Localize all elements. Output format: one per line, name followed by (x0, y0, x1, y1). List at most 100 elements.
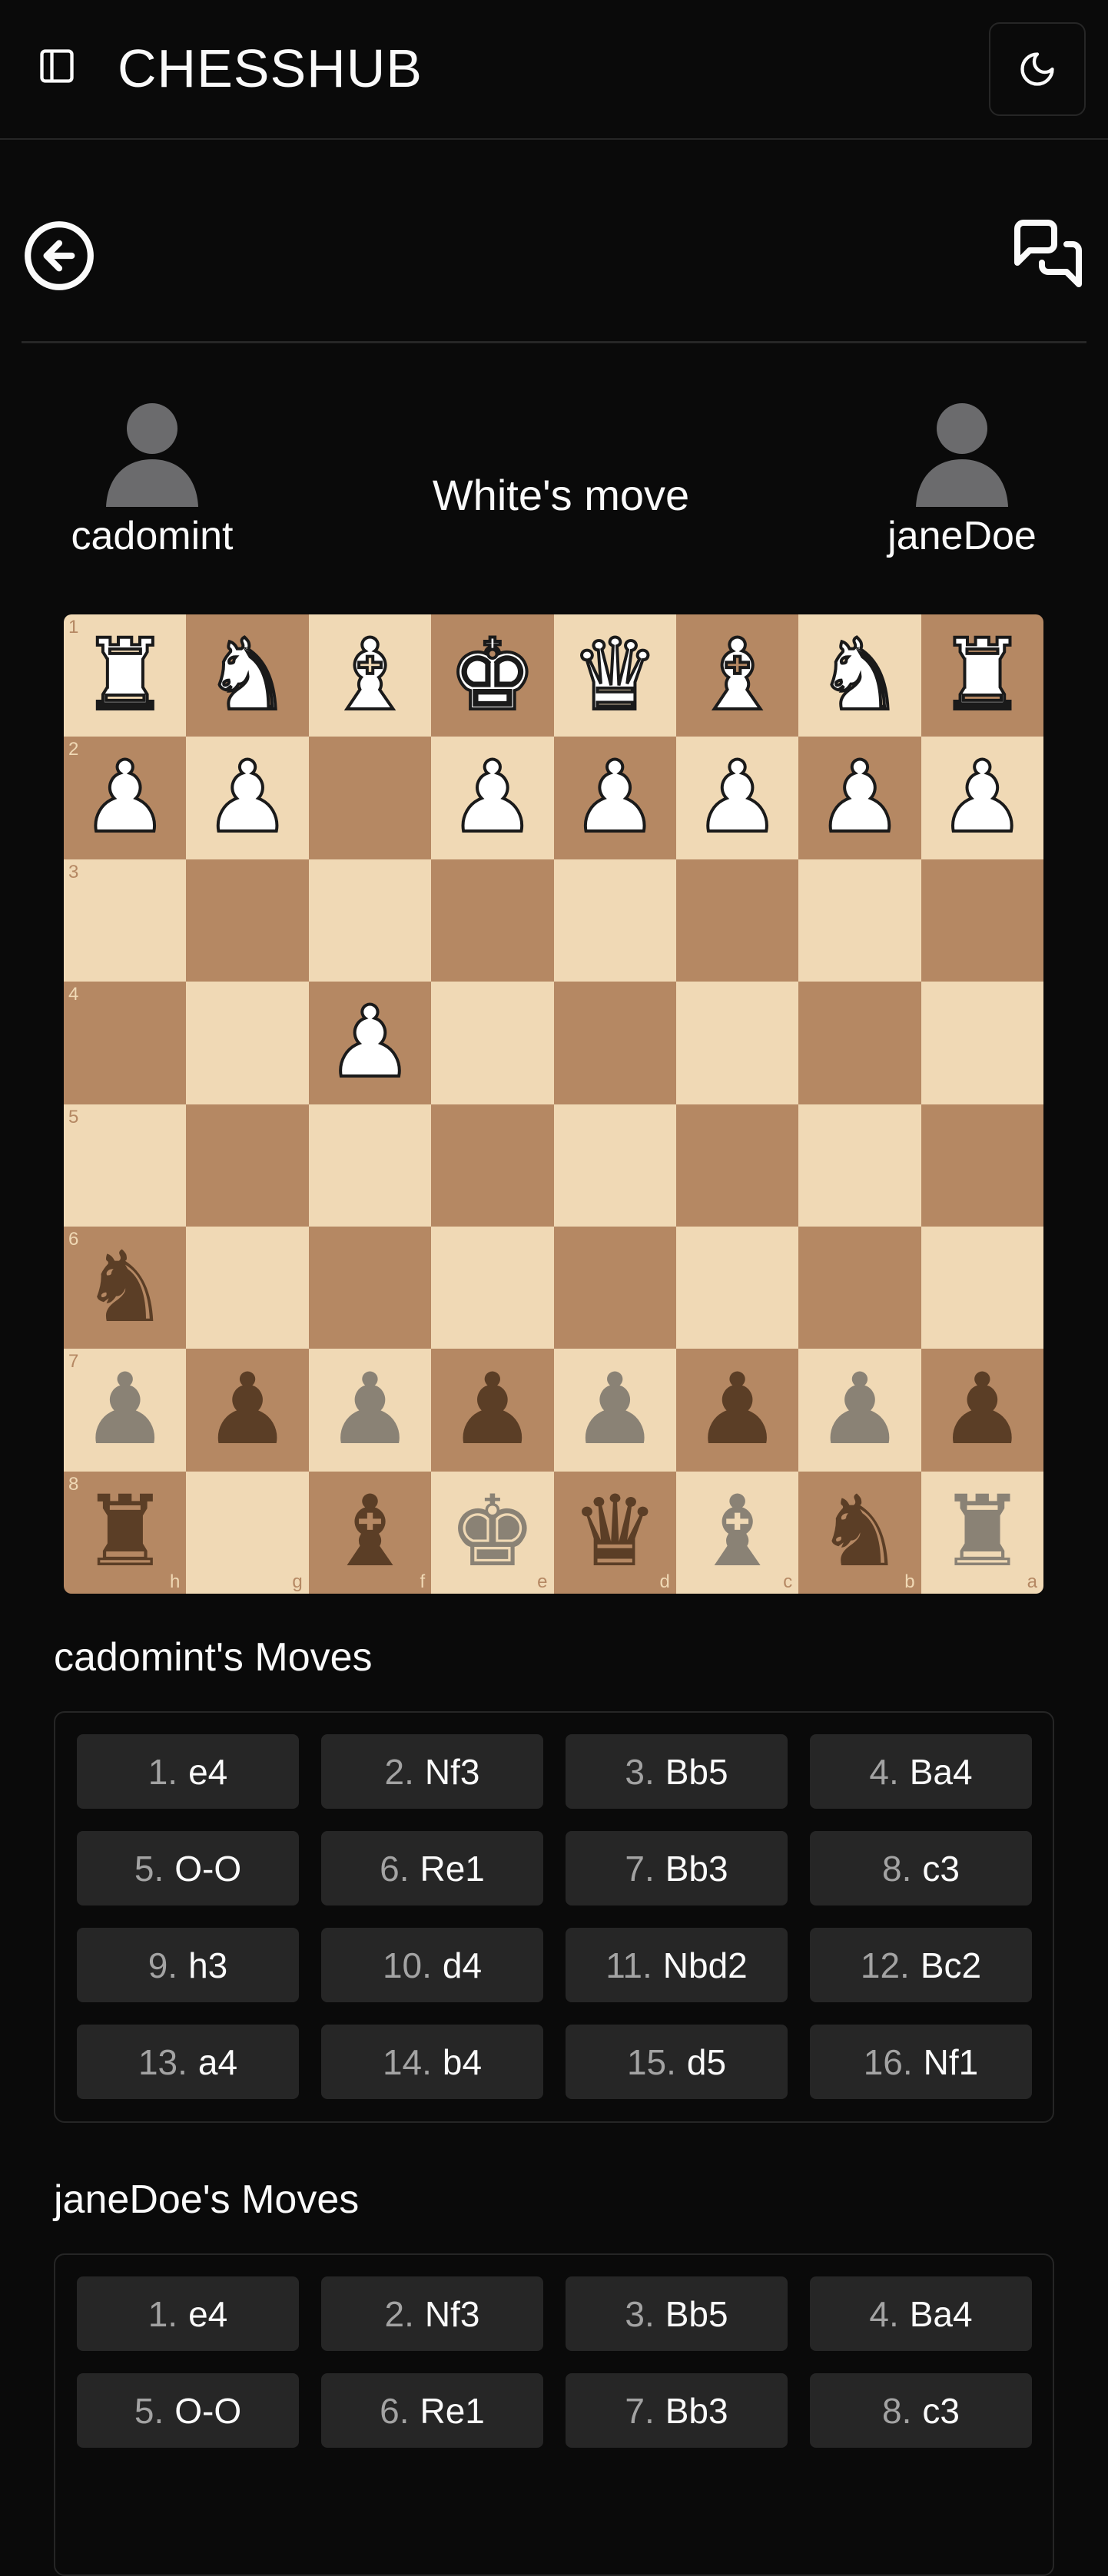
board-square[interactable] (553, 982, 676, 1104)
board-square[interactable]: ♟ (798, 737, 921, 859)
board-square[interactable]: ♟ (308, 982, 432, 1104)
white-pawn-icon[interactable]: ♟ (692, 747, 783, 849)
white-pawn-icon[interactable]: ♟ (814, 747, 906, 849)
board-square[interactable] (798, 1226, 921, 1349)
move-chip[interactable]: 1. e4 (77, 1734, 299, 1809)
move-chip[interactable]: 13. a4 (77, 2025, 299, 2099)
board-square[interactable] (675, 1226, 799, 1349)
board-square[interactable] (798, 859, 921, 982)
black-king-icon[interactable]: ♚ (448, 1483, 536, 1581)
white-knight-icon[interactable]: ♞ (202, 624, 294, 726)
move-chip[interactable]: 2. Nf3 (321, 2276, 543, 2351)
board-square[interactable] (553, 1226, 676, 1349)
board-square[interactable] (921, 1104, 1043, 1227)
board-square[interactable]: 5 (64, 1104, 187, 1227)
move-chip[interactable]: 8. c3 (810, 2373, 1032, 2448)
black-queen-icon[interactable]: ♛ (571, 1483, 659, 1581)
move-chip[interactable]: 3. Bb5 (566, 2276, 788, 2351)
move-chip[interactable]: 2. Nf3 (321, 1734, 543, 1809)
board-square[interactable]: d ♛ (553, 1471, 676, 1594)
board-square[interactable]: ♚ (431, 614, 554, 737)
move-chip[interactable]: 10. d4 (321, 1928, 543, 2002)
move-chip[interactable]: 7. Bb3 (566, 2373, 788, 2448)
black-pawn-icon[interactable]: ♟ (571, 1360, 659, 1459)
back-button[interactable] (22, 218, 97, 293)
board-square[interactable]: ♟ (675, 737, 799, 859)
panel-left-icon[interactable] (37, 46, 77, 86)
board-square[interactable]: ♛ (553, 614, 676, 737)
board-square[interactable] (675, 859, 799, 982)
board-square[interactable] (553, 859, 676, 982)
black-bishop-icon[interactable]: ♝ (326, 1483, 414, 1581)
move-chip[interactable]: 4. Ba4 (810, 2276, 1032, 2351)
move-chip[interactable]: 16. Nf1 (810, 2025, 1032, 2099)
board-square[interactable]: e ♚ (431, 1471, 554, 1594)
white-pawn-icon[interactable]: ♟ (937, 747, 1028, 849)
board-square[interactable]: ♟ (186, 737, 309, 859)
board-square[interactable] (431, 982, 554, 1104)
move-chip[interactable]: 1. e4 (77, 2276, 299, 2351)
board-square[interactable] (798, 982, 921, 1104)
board-square[interactable]: 4 (64, 982, 187, 1104)
black-rook-icon[interactable]: ♜ (81, 1483, 169, 1581)
board-square[interactable]: f ♝ (308, 1471, 432, 1594)
board-square[interactable]: ♟ (921, 1349, 1043, 1472)
white-pawn-icon[interactable]: ♟ (569, 747, 661, 849)
move-chip[interactable]: 6. Re1 (321, 2373, 543, 2448)
board-square[interactable]: ♟ (431, 737, 554, 859)
board-square[interactable] (186, 982, 309, 1104)
white-king-icon[interactable]: ♚ (446, 624, 538, 726)
black-pawn-icon[interactable]: ♟ (448, 1360, 536, 1459)
board-square[interactable] (921, 982, 1043, 1104)
white-pawn-icon[interactable]: ♟ (446, 747, 538, 849)
black-knight-icon[interactable]: ♞ (816, 1483, 904, 1581)
white-pawn-icon[interactable]: ♟ (202, 747, 294, 849)
board-square[interactable]: ♟ (186, 1349, 309, 1472)
theme-toggle-button[interactable] (989, 22, 1086, 116)
move-chip[interactable]: 5. O-O (77, 2373, 299, 2448)
move-chip[interactable]: 15. d5 (566, 2025, 788, 2099)
board-square[interactable]: 8 h ♜ (64, 1471, 187, 1594)
app-title[interactable]: CHESSHUB (118, 34, 423, 103)
board-square[interactable]: ♞ (186, 614, 309, 737)
move-chip[interactable]: 9. h3 (77, 1928, 299, 2002)
board-square[interactable] (186, 1226, 309, 1349)
board-square[interactable]: 3 (64, 859, 187, 982)
chat-button[interactable] (1011, 217, 1085, 290)
board-square[interactable]: 2 ♟ (64, 737, 187, 859)
black-pawn-icon[interactable]: ♟ (816, 1360, 904, 1459)
move-chip[interactable]: 3. Bb5 (566, 1734, 788, 1809)
board-square[interactable]: ♟ (675, 1349, 799, 1472)
board-square[interactable] (921, 859, 1043, 982)
board-square[interactable]: 7 ♟ (64, 1349, 187, 1472)
white-pawn-icon[interactable]: ♟ (79, 747, 171, 849)
board-square[interactable]: g (186, 1471, 309, 1594)
board-square[interactable]: ♟ (308, 1349, 432, 1472)
board-square[interactable] (431, 859, 554, 982)
board-square[interactable]: ♟ (431, 1349, 554, 1472)
board-square[interactable] (675, 982, 799, 1104)
board-square[interactable] (308, 859, 432, 982)
move-chip[interactable]: 11. Nbd2 (566, 1928, 788, 2002)
move-chip[interactable]: 12. Bc2 (810, 1928, 1032, 2002)
board-square[interactable] (798, 1104, 921, 1227)
black-bishop-icon[interactable]: ♝ (693, 1483, 781, 1581)
board-square[interactable]: 1 ♜ (64, 614, 187, 737)
board-square[interactable]: ♞ (798, 614, 921, 737)
board-square[interactable] (186, 1104, 309, 1227)
board-square[interactable]: ♟ (553, 737, 676, 859)
board-square[interactable]: ♜ (921, 614, 1043, 737)
black-rook-icon[interactable]: ♜ (938, 1483, 1027, 1581)
board-square[interactable] (431, 1226, 554, 1349)
board-square[interactable] (921, 1226, 1043, 1349)
white-rook-icon[interactable]: ♜ (937, 624, 1028, 726)
board-square[interactable]: a ♜ (921, 1471, 1043, 1594)
black-pawn-icon[interactable]: ♟ (204, 1360, 292, 1459)
move-chip[interactable]: 14. b4 (321, 2025, 543, 2099)
move-chip[interactable]: 7. Bb3 (566, 1831, 788, 1906)
black-pawn-icon[interactable]: ♟ (693, 1360, 781, 1459)
board-square[interactable]: ♝ (308, 614, 432, 737)
white-pawn-icon[interactable]: ♟ (324, 992, 416, 1093)
board-square[interactable]: ♟ (798, 1349, 921, 1472)
board-square[interactable]: c ♝ (675, 1471, 799, 1594)
